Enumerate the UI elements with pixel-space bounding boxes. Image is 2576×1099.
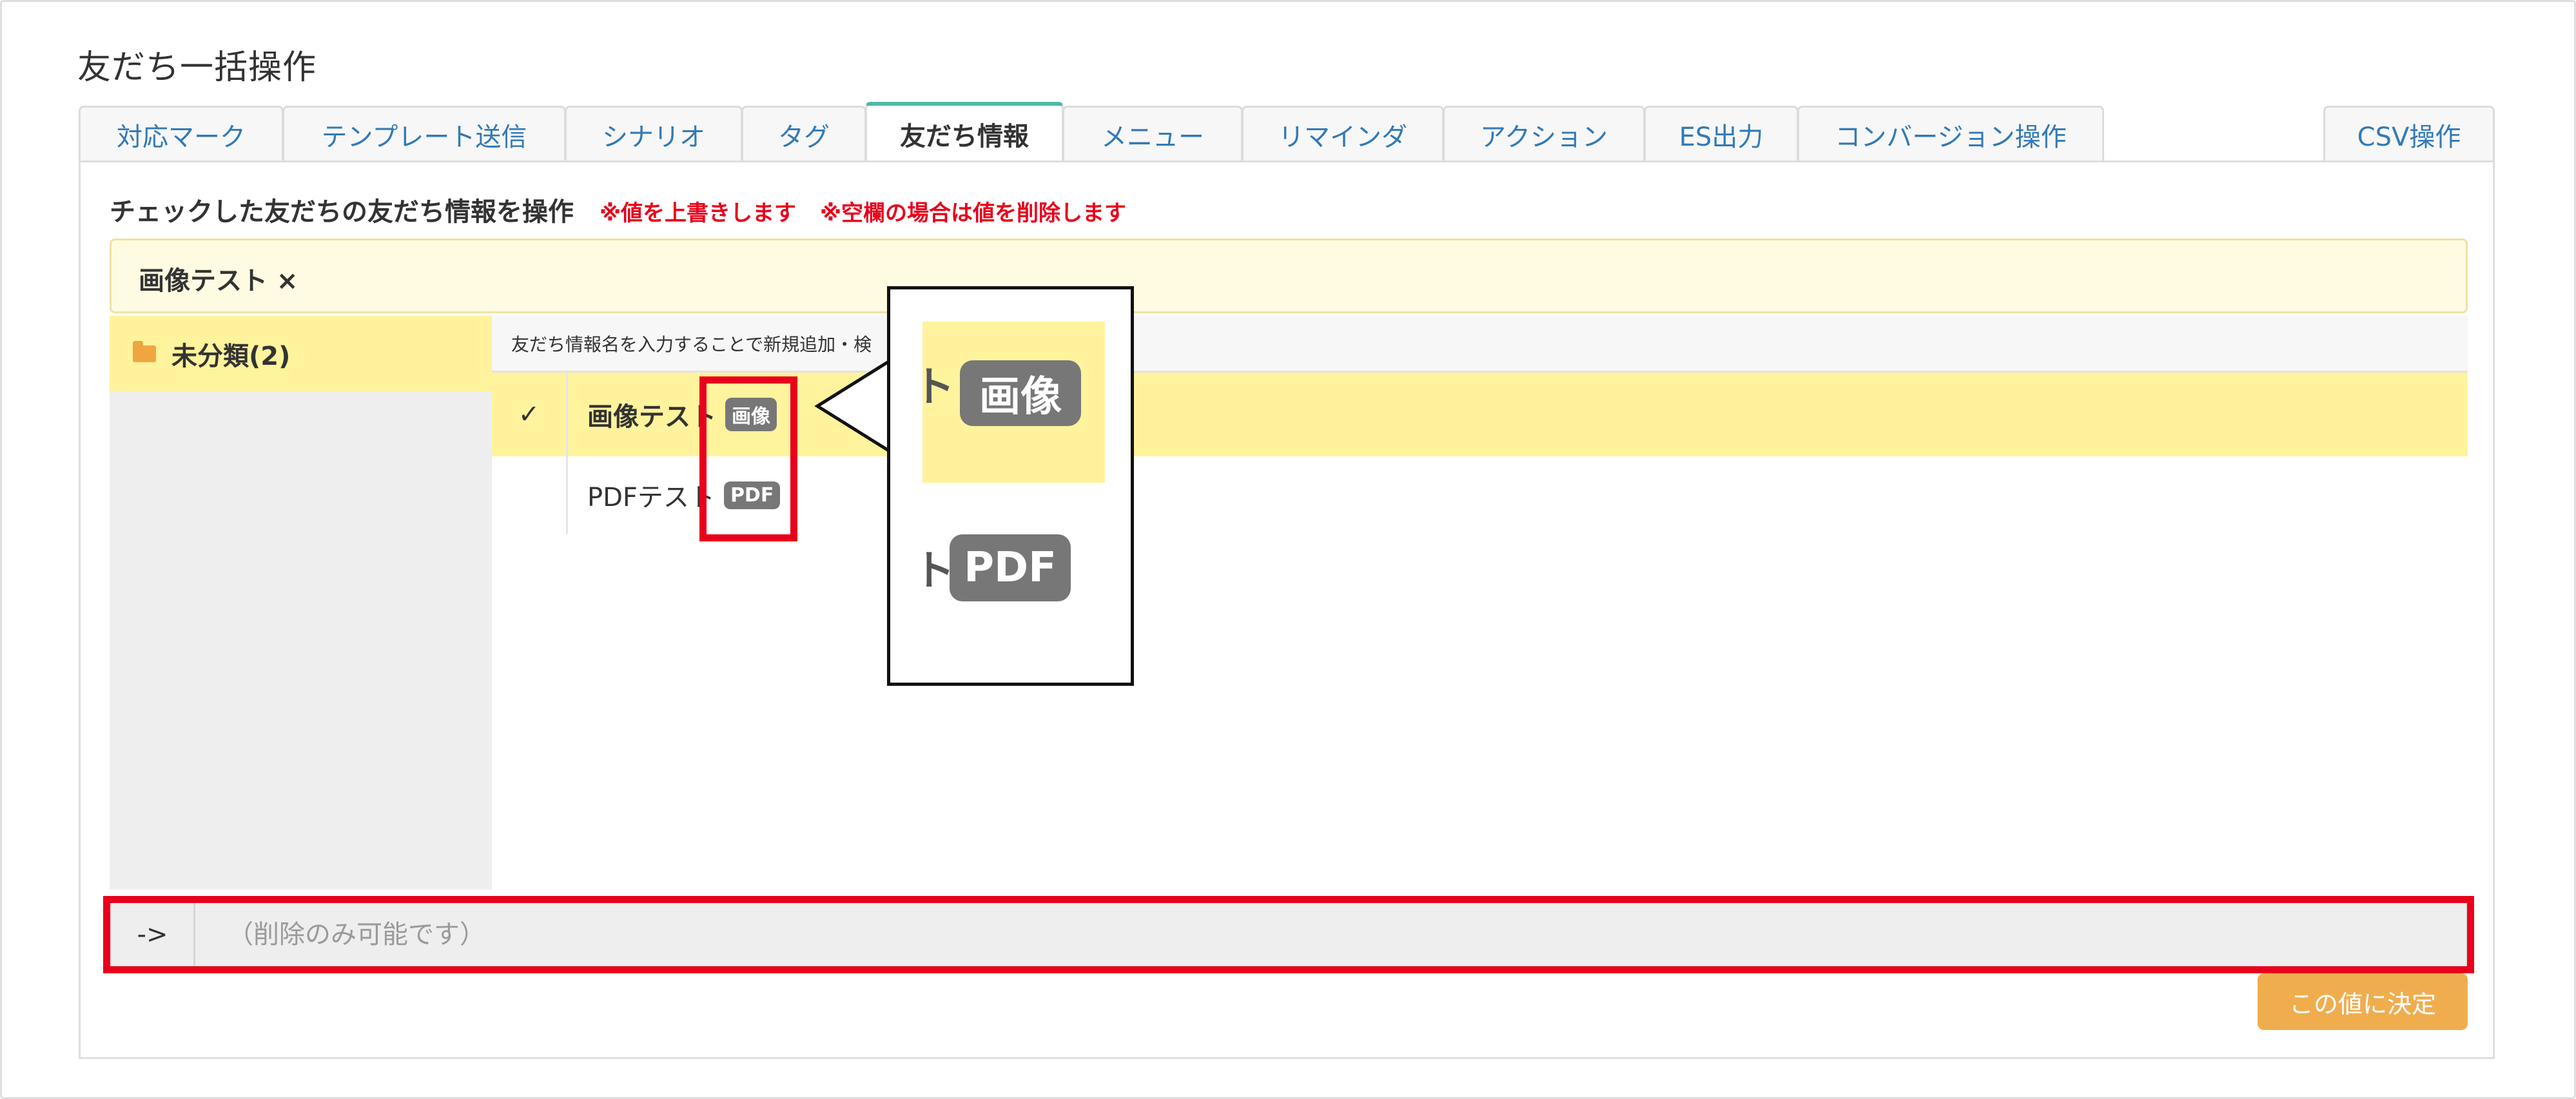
tab-tag[interactable]: タグ — [741, 106, 866, 161]
zoom-image-text: ト — [913, 364, 955, 411]
warning-delete: ※空欄の場合は値を削除します — [820, 200, 1127, 226]
page-title: 友だち一括操作 — [77, 48, 317, 87]
tab-menu[interactable]: メニュー — [1062, 106, 1243, 161]
zoom-image-badge: 画像 — [960, 360, 1081, 426]
check-icon[interactable]: ✓ — [492, 373, 568, 456]
tab-reminder[interactable]: リマインダ — [1242, 106, 1444, 161]
tab-scenario[interactable]: シナリオ — [565, 106, 743, 161]
tab-taiou-mark[interactable]: 対応マーク — [79, 106, 284, 161]
folder-open-icon — [133, 341, 156, 362]
tab-csv[interactable]: CSV操作 — [2323, 106, 2495, 161]
search-field[interactable]: 友だち情報名を入力することで新規追加・検 — [492, 316, 2468, 373]
folder-item-uncategorized[interactable]: 未分類(2) — [110, 316, 492, 392]
check-cell[interactable] — [492, 456, 568, 534]
confirm-value-button[interactable]: この値に決定 — [2258, 973, 2468, 1030]
zoom-pdf-text: ト — [913, 547, 955, 595]
warning-overwrite: ※値を上書きします — [600, 200, 797, 226]
folder-label: 未分類(2) — [171, 342, 291, 371]
tab-conversion[interactable]: コンバージョン操作 — [1797, 106, 2104, 161]
tab-friend-info[interactable]: 友だち情報 — [865, 102, 1064, 162]
zoom-pdf-badge: PDF — [950, 534, 1071, 601]
selected-items-box: 画像テスト × — [110, 238, 2468, 313]
tab-es-output[interactable]: ES出力 — [1644, 106, 1799, 161]
highlight-badges-rect — [699, 376, 797, 541]
folder-sidebar: 未分類(2) — [110, 316, 492, 890]
search-text: 友だち情報名を入力することで新規追加・検 — [511, 333, 872, 355]
item-label: PDFテスト — [587, 483, 715, 512]
instruction-text: チェックした友だちの友だち情報を操作 — [110, 197, 574, 227]
highlight-input-rect — [103, 896, 2474, 973]
tab-action[interactable]: アクション — [1443, 106, 1645, 161]
item-label: 画像テスト — [587, 402, 716, 432]
selected-tag[interactable]: 画像テスト × — [139, 260, 298, 297]
tab-template-send[interactable]: テンプレート送信 — [282, 106, 566, 161]
zoom-callout: ト 画像 ト PDF — [887, 286, 1134, 686]
